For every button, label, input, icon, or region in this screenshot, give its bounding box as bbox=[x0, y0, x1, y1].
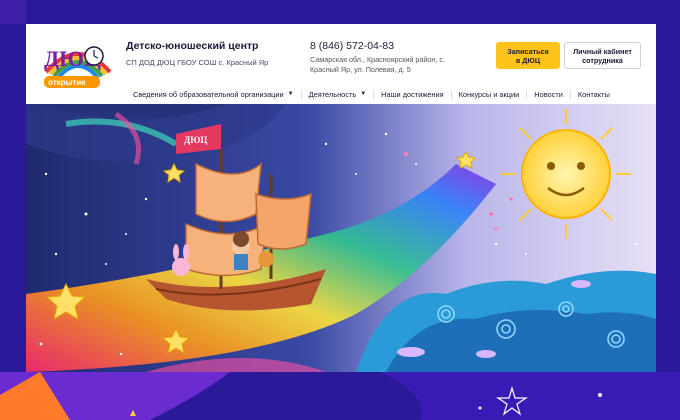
address: Самарская обл., Красноярский район, с. К… bbox=[310, 55, 445, 74]
hero-illustration: ДЮЦ bbox=[26, 104, 656, 372]
staff-cabinet-button[interactable]: Личный кабинет сотрудника bbox=[564, 42, 641, 69]
nav-item-label: Новости bbox=[534, 89, 563, 99]
site-logo[interactable]: ДЮЦ открытие bbox=[38, 36, 130, 96]
fish-icon bbox=[397, 347, 425, 357]
nav-item-label: Сведения об образовательной организации bbox=[133, 89, 284, 99]
nav-item-label: Контакты bbox=[577, 89, 610, 99]
nav-item-achievements[interactable]: Наши достижения bbox=[374, 89, 452, 99]
nav-item-activity[interactable]: Деятельность ▼ bbox=[302, 89, 375, 99]
fish-icon bbox=[571, 280, 591, 288]
chevron-down-icon: ▼ bbox=[360, 91, 367, 97]
logo-ribbon-text: открытие bbox=[48, 78, 86, 87]
enroll-button[interactable]: Записаться в ДЮЦ bbox=[496, 42, 560, 69]
site-header: ДЮЦ открытие Детско-юношеский центр СП Д… bbox=[26, 24, 656, 104]
nav-item-organization-info[interactable]: Сведения об образовательной организации … bbox=[126, 89, 302, 99]
nav-item-label: Конкурсы и акции bbox=[458, 89, 520, 99]
phone-number[interactable]: 8 (846) 572-04-83 bbox=[310, 40, 394, 52]
org-subtitle: СП ДОД ДЮЦ ГБОУ СОШ с. Красный Яр bbox=[126, 58, 269, 67]
nav-item-contests[interactable]: Конкурсы и акции bbox=[452, 89, 528, 99]
flag-text: ДЮЦ bbox=[184, 135, 207, 145]
nav-item-contacts[interactable]: Контакты bbox=[571, 90, 617, 99]
fish-icon bbox=[476, 350, 496, 358]
hero-banner: ДЮЦ bbox=[26, 104, 656, 372]
org-title: Детско-юношеский центр bbox=[126, 40, 259, 52]
nav-item-label: Деятельность bbox=[308, 89, 357, 99]
chevron-down-icon: ▼ bbox=[287, 91, 294, 97]
main-card: ДЮЦ открытие Детско-юношеский центр СП Д… bbox=[26, 24, 656, 372]
nav-item-label: Наши достижения bbox=[381, 89, 444, 99]
logo-emblem-icon: ДЮЦ открытие bbox=[44, 46, 112, 88]
main-nav: Сведения об образовательной организации … bbox=[126, 86, 617, 102]
nav-item-news[interactable]: Новости bbox=[527, 89, 571, 99]
